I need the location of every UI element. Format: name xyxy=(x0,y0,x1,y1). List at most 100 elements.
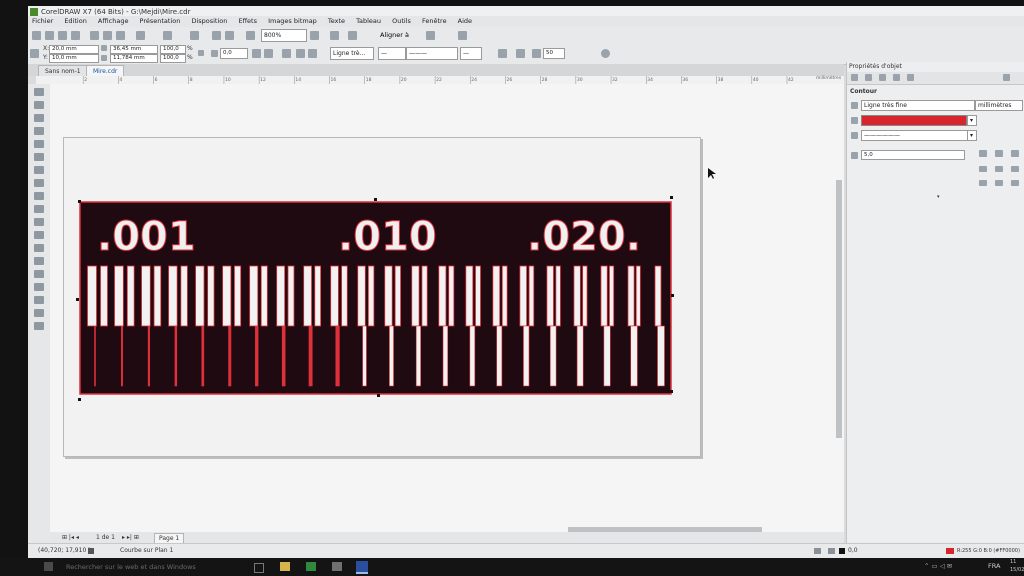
panel-options-icon[interactable] xyxy=(1003,74,1010,81)
eyedropper-icon[interactable] xyxy=(34,270,44,278)
copy-icon[interactable] xyxy=(103,31,112,40)
fill-tab-icon[interactable] xyxy=(851,74,858,81)
next-page-icon[interactable]: ▸ ▸| ⊞ xyxy=(122,532,139,543)
launcher-icon[interactable] xyxy=(426,31,435,40)
print-icon[interactable] xyxy=(71,31,80,40)
outline-tab-icon[interactable] xyxy=(865,74,872,81)
text-tab-icon[interactable] xyxy=(879,74,886,81)
grid-icon[interactable] xyxy=(348,31,357,40)
crop-tool-icon[interactable] xyxy=(34,114,44,122)
selection-handle-bc[interactable] xyxy=(377,394,380,397)
coreldraw-taskbar-icon[interactable] xyxy=(356,561,368,574)
parallel-dimension-icon[interactable] xyxy=(34,218,44,226)
lock-ratio-icon[interactable] xyxy=(198,50,204,56)
text-tool-icon[interactable] xyxy=(34,205,44,213)
scale-y-field[interactable]: 100,0 xyxy=(160,54,186,63)
export-icon[interactable] xyxy=(225,31,234,40)
expand-panel-icon[interactable]: ▾ xyxy=(937,194,940,200)
rotation-field[interactable]: 0,0 xyxy=(220,48,248,59)
mirror-v-icon[interactable] xyxy=(264,49,273,58)
menu-aide[interactable]: Aide xyxy=(458,17,472,25)
cap-round-icon[interactable] xyxy=(995,166,1003,172)
width-field[interactable]: 36,45 mm xyxy=(110,45,158,54)
vertical-scrollbar[interactable] xyxy=(836,180,842,438)
outline-tool-icon[interactable] xyxy=(34,309,44,317)
outline-pen-icon[interactable] xyxy=(308,49,317,58)
excel-icon[interactable] xyxy=(306,562,316,571)
save-icon[interactable] xyxy=(58,31,67,40)
freehand-tool-icon[interactable] xyxy=(34,140,44,148)
open-icon[interactable] xyxy=(45,31,54,40)
taskbar-search[interactable]: Rechercher sur le web et dans Windows xyxy=(66,562,196,572)
file-explorer-icon[interactable] xyxy=(280,562,290,571)
align-label[interactable]: Aligner à xyxy=(380,30,409,41)
interactive-fill-icon[interactable] xyxy=(34,283,44,291)
search-icon[interactable] xyxy=(190,31,199,40)
windows-start-icon[interactable] xyxy=(44,562,53,571)
selection-handle-br[interactable] xyxy=(670,390,673,393)
selection-handle-ml[interactable] xyxy=(76,298,79,301)
selection-handle-tl[interactable] xyxy=(78,200,81,203)
full-screen-icon[interactable] xyxy=(310,31,319,40)
new-icon[interactable] xyxy=(32,31,41,40)
line-style-dropdown[interactable]: —————— xyxy=(861,130,969,141)
line-style-arrow[interactable]: ▾ xyxy=(967,130,977,141)
connector-tool-icon[interactable] xyxy=(34,231,44,239)
undo-icon[interactable] xyxy=(136,31,145,40)
scale-x-field[interactable]: 100,0 xyxy=(160,45,186,54)
mirror-h-icon[interactable] xyxy=(252,49,261,58)
rulers-icon[interactable] xyxy=(330,31,339,40)
menu-images-bitmap[interactable]: Images bitmap xyxy=(268,17,317,25)
cut-icon[interactable] xyxy=(90,31,99,40)
outline-color-swatch[interactable] xyxy=(861,115,967,126)
outline-width-select[interactable]: Ligne trè... xyxy=(330,47,374,60)
menu-fenetre[interactable]: Fenêtre xyxy=(422,17,447,25)
line-style-select[interactable]: ——— xyxy=(406,47,458,60)
text-wrap-icon[interactable] xyxy=(516,49,525,58)
grid-tab-icon[interactable] xyxy=(907,74,914,81)
calculator-icon[interactable] xyxy=(332,562,342,571)
cap-butt-icon[interactable] xyxy=(979,166,987,172)
x-position-field[interactable]: 20,0 mm xyxy=(49,45,99,54)
selection-handle-tr[interactable] xyxy=(670,196,673,199)
task-view-icon[interactable] xyxy=(254,563,264,573)
first-page-icon[interactable]: ⊞ |◂ ◂ xyxy=(62,532,79,543)
rectangle-tool-icon[interactable] xyxy=(34,166,44,174)
artistic-media-icon[interactable] xyxy=(34,153,44,161)
smart-fill-icon[interactable] xyxy=(34,296,44,304)
play-icon[interactable] xyxy=(88,548,94,554)
end-arrow-select[interactable]: — xyxy=(460,47,482,60)
menu-outils[interactable]: Outils xyxy=(392,17,411,25)
color-dropdown[interactable]: ▾ xyxy=(967,115,977,126)
line-width-select[interactable]: Ligne très fine xyxy=(861,100,975,111)
units-select[interactable]: millimètres xyxy=(975,100,1023,111)
options-icon[interactable] xyxy=(458,31,467,40)
position-outside-icon[interactable] xyxy=(979,180,987,186)
miter-field[interactable]: 5,0 xyxy=(861,150,965,160)
menu-disposition[interactable]: Disposition xyxy=(191,17,227,25)
cap-square-icon[interactable] xyxy=(1011,166,1019,172)
menu-fichier[interactable]: Fichier xyxy=(32,17,53,25)
selection-handle-bl[interactable] xyxy=(78,398,81,401)
menu-tableau[interactable]: Tableau xyxy=(356,17,381,25)
zoom-select[interactable]: 800% xyxy=(261,29,307,42)
start-arrow-select[interactable]: — xyxy=(378,47,406,60)
menu-affichage[interactable]: Affichage xyxy=(98,17,129,25)
fill-tool-icon[interactable] xyxy=(34,322,44,330)
import-icon[interactable] xyxy=(212,31,221,40)
effects-tab-icon[interactable] xyxy=(893,74,900,81)
corner-round-icon[interactable] xyxy=(995,150,1003,157)
transparency-icon[interactable] xyxy=(34,257,44,265)
polygon-tool-icon[interactable] xyxy=(34,192,44,200)
menu-presentation[interactable]: Présentation xyxy=(140,17,181,25)
add-icon[interactable] xyxy=(601,49,610,58)
paste-icon[interactable] xyxy=(116,31,125,40)
menu-edition[interactable]: Edition xyxy=(64,17,87,25)
position-inside-icon[interactable] xyxy=(1011,180,1019,186)
wrap-icon[interactable] xyxy=(282,49,291,58)
selection-handle-tc[interactable] xyxy=(374,198,377,201)
test-pattern-artwork[interactable]: .001 .010 .020. xyxy=(76,196,674,401)
smoothing-field[interactable]: 50 xyxy=(543,48,565,59)
clock-time[interactable]: 11 xyxy=(1010,558,1016,566)
menu-texte[interactable]: Texte xyxy=(328,17,345,25)
